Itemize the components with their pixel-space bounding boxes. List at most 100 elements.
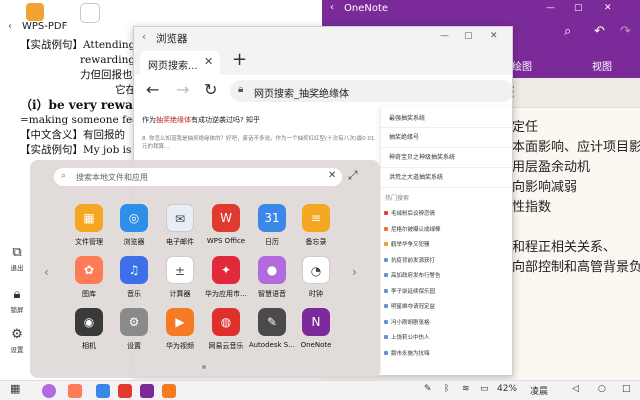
app-netease-music[interactable]: ◍ 网易云音乐 (203, 308, 249, 358)
browser-tab[interactable]: 网页搜索... ✕ (140, 51, 220, 75)
hot-search-item[interactable]: 抗疫背前发源获打 (391, 256, 435, 264)
back-icon[interactable]: ‹ (330, 2, 334, 13)
note-line: 向影响减弱 (512, 180, 578, 195)
back-icon[interactable]: ‹ (142, 31, 146, 43)
maximize-icon[interactable]: ▢ (574, 3, 583, 13)
music-icon: ♫ (120, 256, 148, 284)
onenote-title: OneNote (344, 3, 389, 14)
note-line: 用层盈余动机 (512, 160, 591, 175)
wifi-icon: ≋ (462, 384, 470, 394)
previous-page-icon[interactable]: ‹ (44, 265, 49, 279)
search-icon[interactable]: ⌕ (564, 24, 571, 39)
hot-search-item[interactable]: 冯小刚胡剧张格 (391, 318, 430, 326)
maximize-icon[interactable]: ▢ (464, 31, 473, 41)
search-result-snippet: 8. 你怎么知道我是抽奖绝缘体的？好吧，废话不多说。作为一个抽奖杠红型(十次有八… (142, 136, 375, 150)
recents-nav-icon[interactable]: □ (622, 384, 631, 394)
calculator-icon: ± (166, 256, 194, 284)
browser-icon[interactable] (96, 384, 110, 398)
suggestion-item[interactable]: 洪荒之大道抽奖系统 (389, 172, 443, 181)
back-nav-icon[interactable]: ◁ (572, 384, 579, 394)
app-search-placeholder: 搜索本地文件和应用 (76, 173, 148, 182)
voice-assistant-icon[interactable] (42, 384, 56, 398)
settings-label: 设置 (10, 346, 24, 354)
close-tab-icon[interactable]: ✕ (204, 55, 213, 68)
wps-app-icon[interactable] (26, 3, 44, 21)
lock-screen-button[interactable]: 🔒︎ 锁屏 (4, 286, 30, 322)
search-suggestions-panel: 最强抽奖系统 抽奖绝缘号 神奇宝贝之神级抽奖系统 洪荒之大道抽奖系统 热门搜索 … (380, 107, 512, 375)
app-onenote[interactable]: N OneNote (293, 308, 339, 358)
hot-search-item[interactable]: 明星维夺请冠定益 (391, 302, 435, 310)
hot-search-item[interactable]: 鹤举华争又犯骚 (391, 240, 430, 248)
onenote-icon[interactable] (140, 384, 154, 398)
app-grid-icon[interactable]: ▦ (10, 382, 20, 395)
app-mail[interactable]: ✉ 电子邮件 (157, 204, 203, 254)
note-line (512, 218, 640, 238)
reload-icon[interactable]: ↻ (204, 80, 217, 99)
wps-icon[interactable] (118, 384, 132, 398)
hot-rank-badge (384, 350, 388, 355)
appgallery-icon: ✦ (212, 256, 240, 284)
battery-icon: ▭ (480, 384, 489, 394)
browser-title: 浏览器 (156, 33, 188, 45)
gallery-icon[interactable] (68, 384, 82, 398)
hot-search-item[interactable]: 鹅市永施为抗嗨 (391, 349, 430, 357)
onenote-title-bar: ‹ OneNote — ▢ ✕ (322, 0, 640, 18)
note-line: 本面影响、应计项目影 (512, 140, 640, 155)
hot-rank-badge (384, 319, 388, 324)
suggestion-item[interactable]: 抽奖绝缘号 (389, 132, 419, 141)
exit-label: 退出 (10, 264, 24, 272)
redo-icon[interactable]: ↷ (620, 24, 631, 39)
calendar-icon: 31 (258, 204, 286, 232)
nav-back-icon[interactable]: ← (146, 80, 159, 99)
voice-icon: ● (258, 256, 286, 284)
tab-draw[interactable]: 绘图 (512, 58, 532, 73)
exit-icon: ⧉ (12, 245, 22, 260)
settings-button[interactable]: ⚙ 设置 (4, 326, 30, 362)
side-dock: ⧉ 退出 🔒︎ 锁屏 ⚙ 设置 (0, 240, 32, 360)
pen-icon[interactable]: ✎ (424, 384, 432, 394)
hot-rank-badge (384, 242, 388, 246)
memo-icon: ≡ (302, 204, 330, 232)
divider (381, 187, 512, 188)
browser-tab-strip: 网页搜索... ✕ + (134, 49, 512, 75)
lock-icon: 🔒︎ (238, 84, 244, 95)
exit-button[interactable]: ⧉ 退出 (4, 244, 30, 280)
tab-view[interactable]: 视图 (592, 58, 612, 73)
app-sketchbook[interactable]: ✎ Autodesk S… (249, 308, 295, 358)
hot-rank-badge (384, 211, 388, 215)
close-icon[interactable]: ✕ (328, 170, 336, 181)
minimize-icon[interactable]: — (440, 31, 449, 41)
nav-forward-icon[interactable]: → (176, 80, 189, 99)
close-icon[interactable]: ✕ (490, 31, 498, 41)
browser-icon: ◎ (120, 204, 148, 232)
hot-search-item[interactable]: 上饶莉公中伤人 (391, 333, 430, 341)
hot-rank-badge (384, 257, 388, 262)
hot-search-item[interactable]: 毛绒粉后议辨恋情 (391, 209, 435, 217)
browser-title-bar: ‹ 浏览器 — ▢ ✕ (134, 27, 512, 49)
undo-icon[interactable]: ↶ (594, 24, 605, 39)
search-result-title[interactable]: 作为抽奖绝缘体有成功逆袭过吗? 知乎 (142, 115, 377, 125)
hot-search-item[interactable]: 高加政府发布行警告 (391, 271, 441, 279)
hot-search-item[interactable]: 尼格尔被曝认成绿棒 (391, 225, 441, 233)
hot-search-item[interactable]: 李子柒延续保乐园 (391, 287, 435, 295)
wps-icon: W (212, 204, 240, 232)
address-text: 网页搜索_抽奖绝缘体 (254, 89, 349, 100)
camera-icon: ◉ (75, 308, 103, 336)
next-page-icon[interactable]: › (352, 265, 357, 279)
close-icon[interactable]: ✕ (604, 3, 612, 13)
app-memo[interactable]: ≡ 备忘录 (293, 204, 339, 254)
result-title-text: 作为抽奖绝缘体有成功逆袭过吗? 知乎 (142, 116, 260, 124)
minimize-icon[interactable]: — (546, 3, 555, 13)
video-icon[interactable] (162, 384, 176, 398)
expand-icon[interactable]: ⤢ (348, 168, 358, 183)
battery-percentage: 42% (497, 384, 518, 394)
app-clock[interactable]: ◔ 时钟 (293, 256, 339, 306)
new-tab-icon[interactable]: + (232, 49, 247, 70)
page-indicator-dot (202, 365, 206, 369)
address-bar[interactable]: 🔒︎ 网页搜索_抽奖绝缘体 (230, 80, 512, 102)
suggestion-item[interactable]: 神奇宝贝之神级抽奖系统 (389, 152, 455, 161)
app-search-field[interactable]: ⌕ 搜索本地文件和应用 ✕ (54, 168, 342, 186)
back-icon[interactable]: ‹ (8, 21, 12, 32)
suggestion-item[interactable]: 最强抽奖系统 (389, 113, 425, 122)
home-nav-icon[interactable]: ○ (598, 384, 606, 394)
